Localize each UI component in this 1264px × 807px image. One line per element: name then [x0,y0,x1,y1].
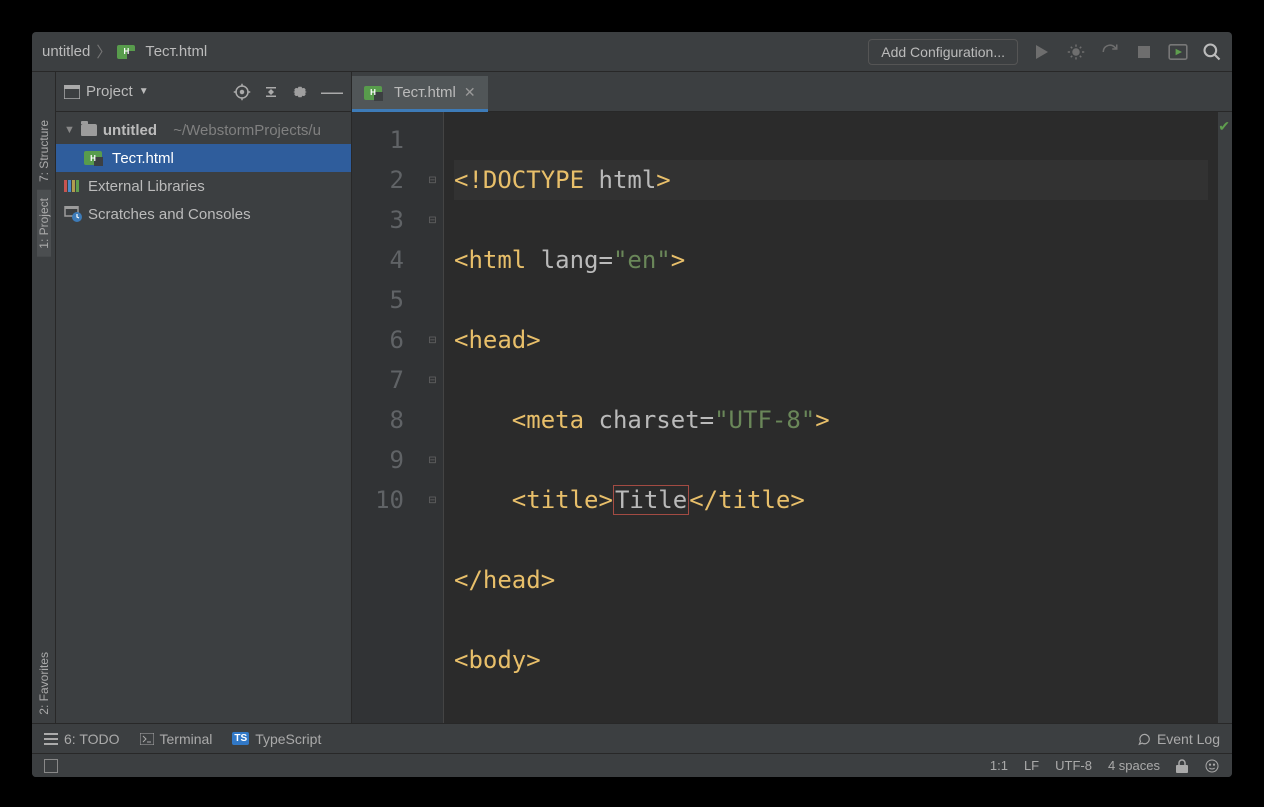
fold-end-icon[interactable]: ⊟ [422,440,443,480]
lock-icon[interactable] [1176,759,1188,773]
inspector-icon[interactable] [1204,758,1220,774]
check-icon: ✔ [1218,118,1230,135]
locate-icon[interactable] [233,83,251,101]
sidebar-tab-favorites[interactable]: 2: Favorites [37,644,51,723]
breadcrumb: untitled 〉 H Тест.html [42,41,207,62]
event-log-tab[interactable]: Event Log [1137,731,1220,747]
status-bar: 1:1 LF UTF-8 4 spaces [32,753,1232,777]
fold-icon[interactable]: ⊟ [422,360,443,400]
fold-end-icon[interactable]: ⊟ [422,480,443,520]
panel-header: Project ▼ — [56,72,351,112]
search-icon[interactable] [1202,42,1222,62]
tree-root[interactable]: ▼ untitled ~/WebstormProjects/u [56,116,351,144]
breadcrumb-file[interactable]: Тест.html [145,43,207,60]
gear-icon[interactable] [291,83,309,101]
tree-scratches[interactable]: Scratches and Consoles [56,200,351,228]
indent-settings[interactable]: 4 spaces [1108,758,1160,773]
code-editor[interactable]: <!DOCTYPE html> <html lang="en"> <head> … [444,112,1218,723]
collapse-all-icon[interactable] [263,84,279,100]
project-tool-window: Project ▼ — ▼ [56,72,352,723]
cursor-position[interactable]: 1:1 [990,758,1008,773]
add-configuration-button[interactable]: Add Configuration... [868,39,1018,65]
chevron-right-icon: 〉 [96,41,111,62]
editor-tabbar: H Тест.html ✕ [352,72,1232,112]
left-tool-strip: 7: Structure 1: Project 2: Favorites [32,72,56,723]
breadcrumb-project[interactable]: untitled [42,43,90,60]
todo-tab[interactable]: 6: TODO [44,731,120,747]
editor-tab-active[interactable]: H Тест.html ✕ [352,76,488,112]
list-icon [44,733,58,745]
editor-area: H Тест.html ✕ 1 2 3 4 5 6 7 8 9 10 [352,72,1232,723]
folder-icon [81,124,97,136]
show-toolwindows-icon[interactable] [44,759,58,773]
project-tree: ▼ untitled ~/WebstormProjects/u H Тест.h… [56,112,351,232]
run-with-icon[interactable] [1168,42,1188,62]
tree-file-test-html[interactable]: H Тест.html [56,144,351,172]
tree-external-libraries[interactable]: External Libraries [56,172,351,200]
chevron-down-icon: ▼ [64,124,75,136]
fold-icon[interactable]: ⊟ [422,160,443,200]
sidebar-tab-project[interactable]: 1: Project [37,190,51,257]
scratches-icon [64,206,82,222]
html-file-icon: H [117,45,135,59]
project-view-selector[interactable]: Project ▼ [64,83,149,100]
stop-icon[interactable] [1134,42,1154,62]
top-navbar: untitled 〉 H Тест.html Add Configuration… [32,32,1232,72]
close-icon[interactable]: ✕ [464,84,476,101]
bottom-toolbar: 6: TODO Terminal TS TypeScript Event Log [32,723,1232,753]
fold-gutter: ⊟ ⊟ ⊟ ⊟ ⊟ ⊟ [422,112,444,723]
sidebar-tab-structure[interactable]: 7: Structure [37,112,51,190]
speech-icon [1137,732,1151,746]
line-separator[interactable]: LF [1024,758,1039,773]
libraries-icon [64,179,82,193]
typescript-tab[interactable]: TS TypeScript [232,731,321,747]
window-icon [64,85,80,99]
minimize-icon[interactable]: — [321,87,343,97]
fold-end-icon[interactable]: ⊟ [422,320,443,360]
terminal-icon [140,733,154,745]
error-stripe[interactable]: ✔ [1218,112,1232,723]
chevron-down-icon: ▼ [139,86,149,97]
line-gutter: 1 2 3 4 5 6 7 8 9 10 [352,112,422,723]
html-file-icon: H [84,151,102,165]
typescript-icon: TS [232,732,249,745]
ide-window: untitled 〉 H Тест.html Add Configuration… [32,32,1232,777]
coverage-icon[interactable] [1100,42,1120,62]
file-encoding[interactable]: UTF-8 [1055,758,1092,773]
debug-icon[interactable] [1066,42,1086,62]
fold-icon[interactable]: ⊟ [422,200,443,240]
terminal-tab[interactable]: Terminal [140,731,213,747]
run-icon[interactable] [1032,42,1052,62]
html-file-icon: H [364,86,382,100]
